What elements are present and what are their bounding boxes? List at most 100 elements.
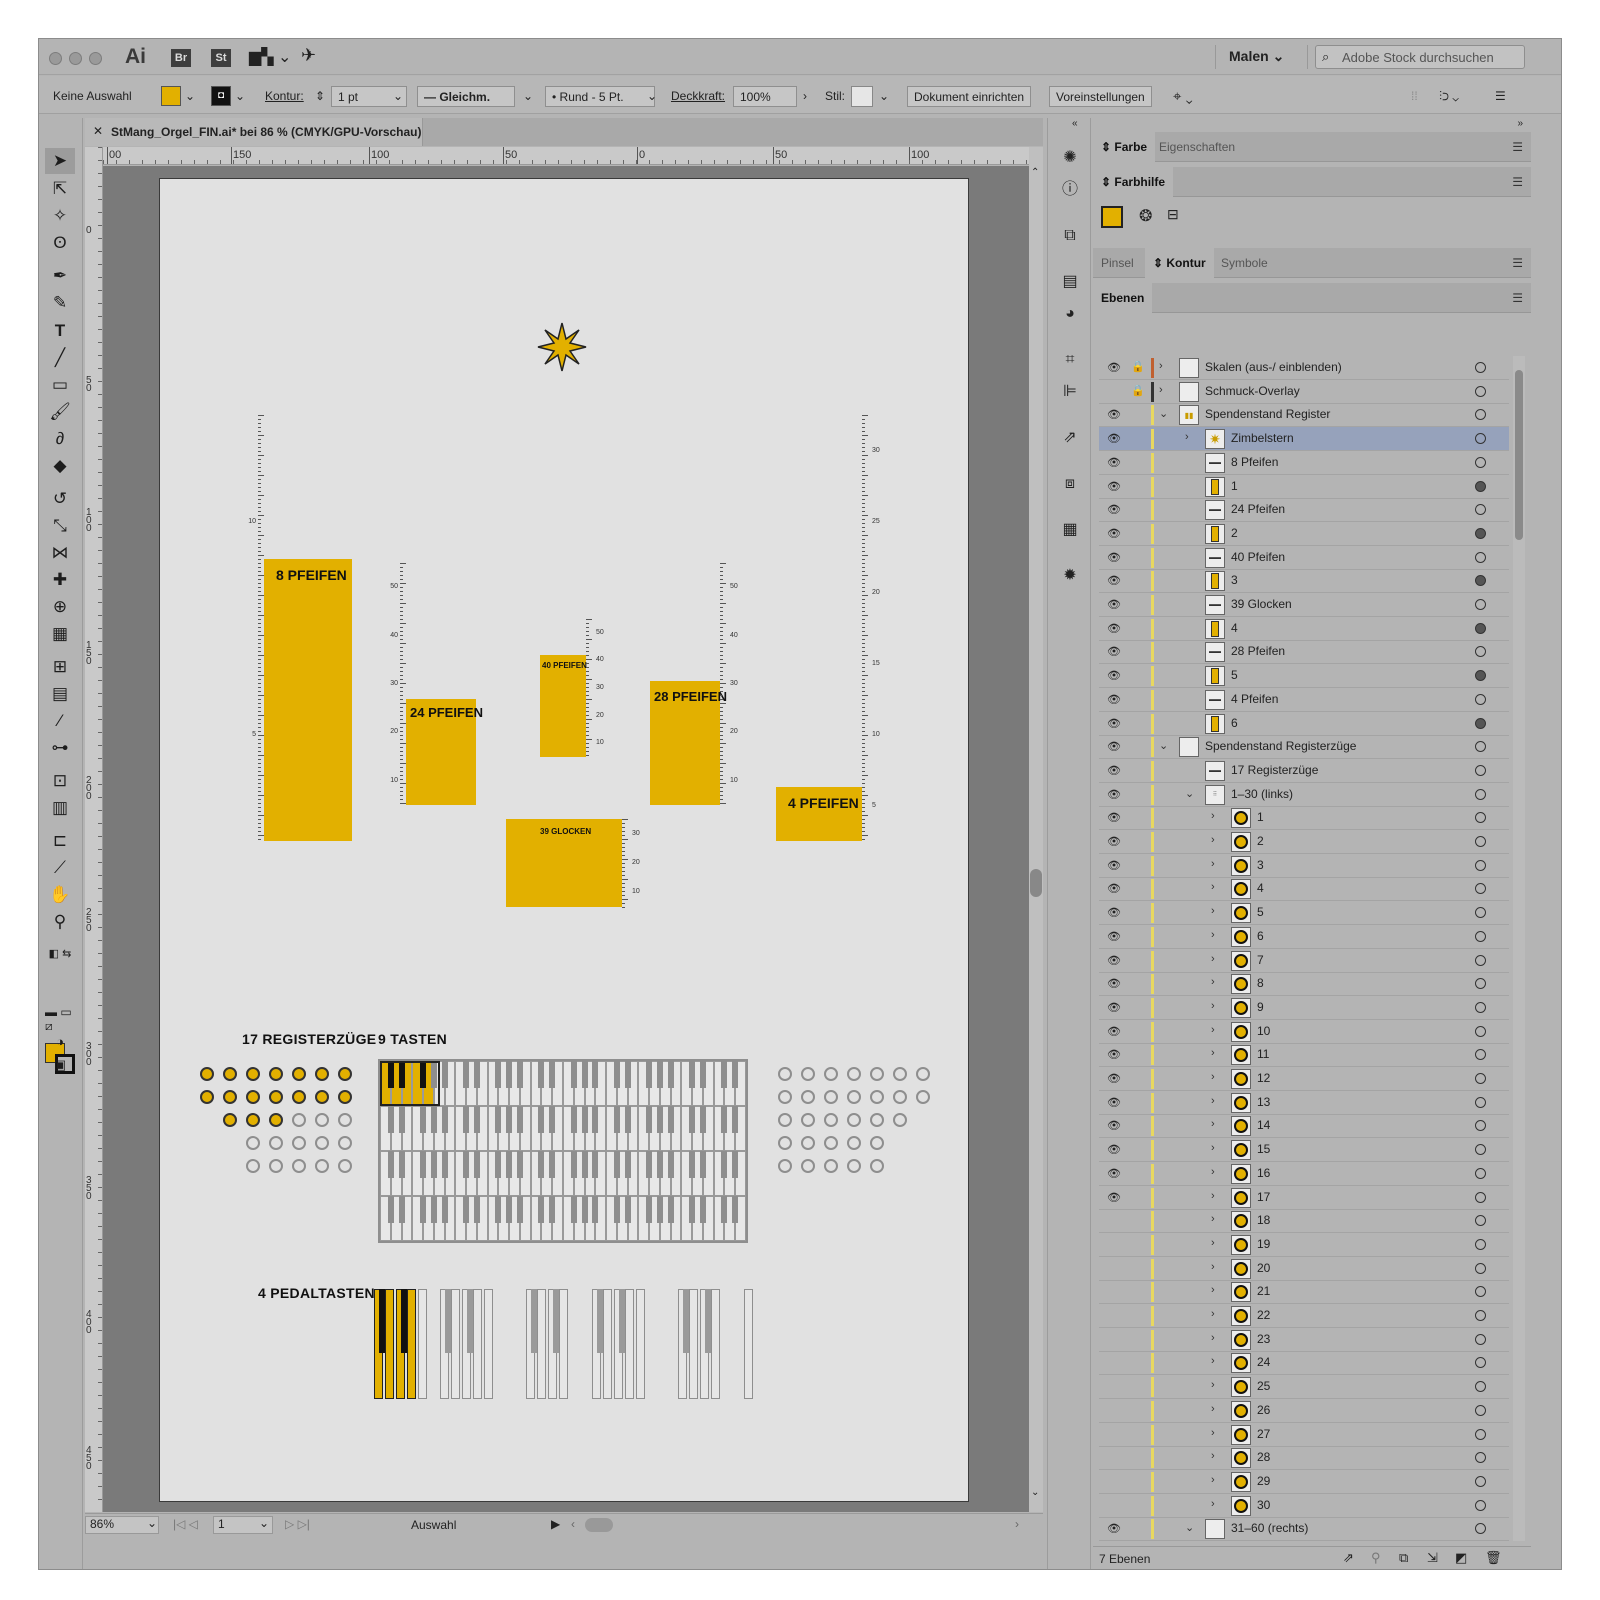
register-dot[interactable]	[292, 1136, 306, 1150]
layer-name[interactable]: 9	[1257, 1000, 1264, 1014]
black-key[interactable]	[506, 1196, 513, 1223]
black-key[interactable]	[581, 1061, 588, 1088]
black-key[interactable]	[398, 1151, 405, 1178]
artboard-dropdown-icon[interactable]: ⌄	[259, 1516, 269, 1530]
lock-icon[interactable]	[1131, 1118, 1143, 1132]
stroke-profile-select[interactable]: — Gleichm.	[417, 86, 515, 107]
disclosure-chevron-icon[interactable]: ⌄	[1159, 407, 1168, 420]
target-circle-icon[interactable]	[1475, 1215, 1486, 1227]
visibility-eye-icon[interactable]: 👁	[1107, 1522, 1121, 1536]
lock-icon[interactable]	[1131, 1142, 1143, 1156]
paintbrush-tool-icon[interactable]: 🖌	[45, 399, 75, 425]
black-key[interactable]	[581, 1106, 588, 1133]
register-dot[interactable]	[223, 1067, 237, 1081]
layers-panel-menu-icon[interactable]: ☰	[1512, 291, 1523, 305]
black-key[interactable]	[646, 1151, 653, 1178]
lock-icon[interactable]	[1131, 1071, 1143, 1085]
tab-farbhilfe[interactable]: ⇕ Farbhilfe	[1093, 167, 1174, 197]
black-key[interactable]	[473, 1196, 480, 1223]
disclosure-chevron-icon[interactable]: ›	[1211, 1166, 1215, 1178]
layer-row[interactable]: 👁 ⌄ Spendenstand Registerzüge	[1099, 735, 1509, 760]
disclosure-chevron-icon[interactable]: ›	[1211, 858, 1215, 870]
black-key[interactable]	[613, 1061, 620, 1088]
black-key[interactable]	[516, 1061, 523, 1088]
status-menu-icon[interactable]: ▶	[551, 1517, 560, 1531]
brush-select[interactable]: • Rund - 5 Pt.	[545, 86, 655, 107]
layers-scrollbar[interactable]	[1513, 356, 1525, 1541]
register-dot[interactable]	[200, 1090, 214, 1104]
style-swatch[interactable]	[851, 86, 873, 107]
layer-row[interactable]: 👁 ▬▬ 28 Pfeifen	[1099, 640, 1509, 665]
visibility-eye-icon[interactable]: 👁	[1107, 669, 1121, 683]
scroll-down-icon[interactable]: ⌄	[1031, 1487, 1039, 1498]
target-circle-icon[interactable]	[1475, 1452, 1486, 1464]
layer-name[interactable]: 27	[1257, 1427, 1270, 1441]
target-circle-icon[interactable]	[1475, 741, 1486, 753]
visibility-eye-icon[interactable]	[1107, 1309, 1121, 1323]
layer-name[interactable]: 12	[1257, 1071, 1270, 1085]
register-dot[interactable]	[893, 1067, 907, 1081]
lock-icon[interactable]	[1131, 668, 1143, 682]
lock-icon[interactable]	[1131, 431, 1143, 445]
target-circle-icon[interactable]	[1475, 646, 1486, 658]
register-dot[interactable]	[870, 1159, 884, 1173]
target-circle-icon[interactable]	[1475, 883, 1486, 895]
target-circle-icon[interactable]	[1475, 954, 1486, 966]
target-circle-icon[interactable]	[1475, 1333, 1486, 1345]
control-panel-menu-icon[interactable]: ☰	[1495, 86, 1506, 107]
black-key[interactable]	[689, 1106, 696, 1133]
register-dot[interactable]	[847, 1159, 861, 1173]
layer-name[interactable]: 6	[1231, 716, 1238, 730]
layer-row[interactable]: 👁 ▬▬ 8 Pfeifen	[1099, 451, 1509, 475]
drawing-mode-icon[interactable]: ◑	[45, 1028, 75, 1054]
target-circle-icon[interactable]	[1475, 1025, 1486, 1037]
layer-row[interactable]: 👁 › 4	[1099, 877, 1509, 902]
visibility-eye-icon[interactable]	[1107, 1214, 1121, 1228]
artboard-tool-icon[interactable]: ⊏	[45, 828, 75, 854]
target-circle-icon[interactable]	[1475, 812, 1486, 824]
layer-row[interactable]: 👁 › 8	[1099, 972, 1509, 997]
black-key[interactable]	[387, 1106, 394, 1133]
lock-icon[interactable]	[1131, 407, 1143, 421]
disclosure-chevron-icon[interactable]: ›	[1211, 881, 1215, 893]
default-colors-icon[interactable]: ◧ ⇆	[45, 940, 75, 966]
black-key[interactable]	[516, 1106, 523, 1133]
black-key[interactable]	[721, 1196, 728, 1223]
layer-row[interactable]: › 23	[1099, 1328, 1509, 1352]
scroll-up-icon[interactable]: ⌃	[1031, 167, 1039, 178]
visibility-eye-icon[interactable]: 👁	[1107, 574, 1121, 588]
black-key[interactable]	[732, 1196, 739, 1223]
minimize-window-button[interactable]	[69, 52, 82, 65]
layer-row[interactable]: › 24	[1099, 1351, 1509, 1376]
lock-icon[interactable]	[1131, 881, 1143, 895]
disclosure-chevron-icon[interactable]: ›	[1159, 360, 1163, 372]
register-dot[interactable]	[338, 1090, 352, 1104]
layer-row[interactable]: 👁 › 1	[1099, 806, 1509, 831]
new-layer-icon[interactable]: ◩	[1455, 1550, 1467, 1566]
visibility-eye-icon[interactable]: 👁	[1107, 622, 1121, 636]
black-key[interactable]	[506, 1151, 513, 1178]
layer-row[interactable]: › 27	[1099, 1423, 1509, 1447]
visibility-eye-icon[interactable]	[1107, 385, 1121, 399]
lock-icon[interactable]	[1131, 929, 1143, 943]
black-key[interactable]	[646, 1061, 653, 1088]
target-circle-icon[interactable]	[1475, 480, 1486, 492]
black-key[interactable]	[506, 1061, 513, 1088]
stroke-profile-dropdown-icon[interactable]: ⌄	[523, 86, 533, 107]
zoom-dropdown-icon[interactable]: ⌄	[147, 1516, 157, 1530]
disclosure-chevron-icon[interactable]: ›	[1211, 1284, 1215, 1296]
pedal-key[interactable]	[711, 1289, 720, 1399]
register-dot[interactable]	[269, 1113, 283, 1127]
visibility-eye-icon[interactable]	[1107, 1285, 1121, 1299]
disclosure-chevron-icon[interactable]: ⌄	[1185, 1521, 1194, 1534]
lock-icon[interactable]	[1131, 976, 1143, 990]
lock-icon[interactable]	[1131, 763, 1143, 777]
layer-name[interactable]: Spendenstand Register	[1205, 407, 1330, 421]
status-mode[interactable]: Auswahl	[411, 1518, 456, 1532]
visibility-eye-icon[interactable]: 👁	[1107, 788, 1121, 802]
disclosure-chevron-icon[interactable]: ›	[1211, 1213, 1215, 1225]
lock-icon[interactable]	[1131, 953, 1143, 967]
visibility-eye-icon[interactable]: 👁	[1107, 1119, 1121, 1133]
layer-name[interactable]: 20	[1257, 1261, 1270, 1275]
layer-name[interactable]: 30	[1257, 1498, 1270, 1512]
